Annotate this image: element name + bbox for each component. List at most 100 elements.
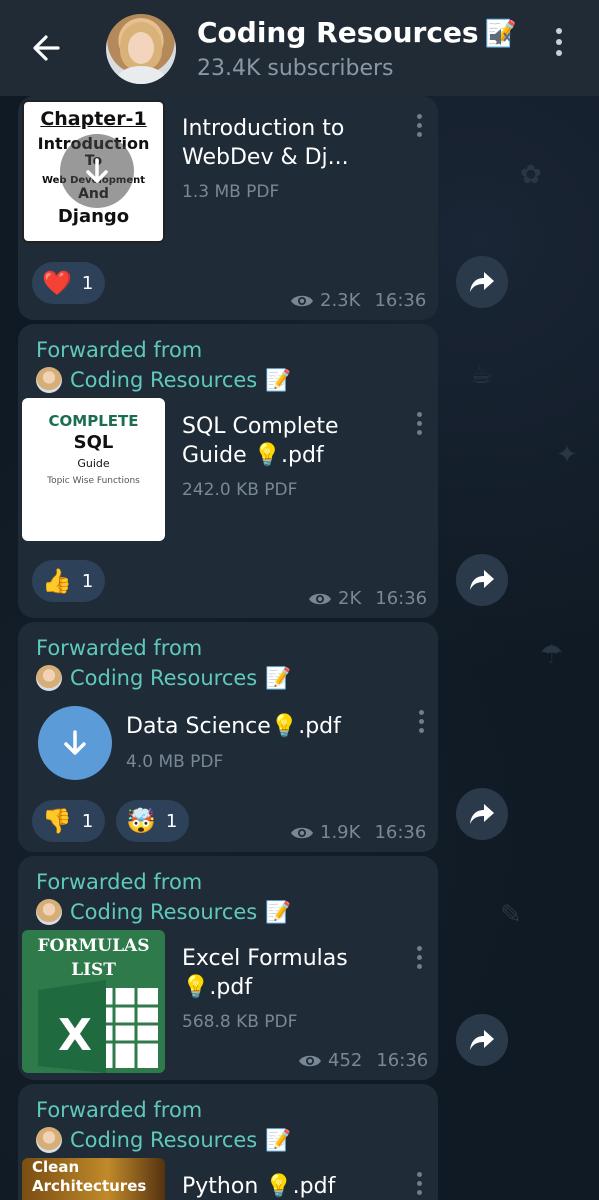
- thumb-text: Clean: [32, 1158, 80, 1176]
- thumb-text: SQL: [73, 432, 114, 453]
- doodle-icon: ✦: [556, 440, 578, 470]
- document-title[interactable]: Excel Formulas 💡.pdf: [182, 944, 402, 1002]
- thumb-text: LIST: [71, 960, 116, 980]
- share-button[interactable]: [456, 554, 508, 606]
- message-time: 16:36: [376, 1050, 429, 1071]
- message-menu-icon[interactable]: [414, 412, 424, 442]
- share-icon: [470, 1030, 494, 1050]
- excel-icon: X: [38, 980, 158, 1073]
- source-name: Coding Resources: [70, 900, 258, 924]
- reaction-chip[interactable]: 🤯 1: [116, 800, 190, 842]
- thumbs-up-icon: 👍: [42, 567, 72, 595]
- thumb-text: Django: [57, 206, 130, 227]
- message-menu-icon[interactable]: [414, 114, 424, 144]
- message-bubble: Forwarded from Coding Resources 📝 Clean …: [18, 1084, 438, 1200]
- document-thumbnail[interactable]: COMPLETE SQL Guide Topic Wise Functions: [22, 398, 165, 541]
- message-meta: 1.9K 16:36: [290, 822, 426, 843]
- share-icon: [470, 804, 494, 824]
- views-icon: [291, 295, 313, 306]
- thumb-text: Guide: [77, 457, 110, 470]
- document-title[interactable]: SQL Complete Guide 💡.pdf: [182, 412, 402, 470]
- muted-icon: [486, 24, 512, 50]
- share-button[interactable]: [456, 1014, 508, 1066]
- share-button[interactable]: [456, 256, 508, 308]
- doodle-icon: ✎: [500, 900, 522, 930]
- memo-icon: 📝: [265, 1127, 292, 1152]
- reaction-chip[interactable]: 👎 1: [32, 800, 106, 842]
- document-size: 568.8 KB PDF: [182, 1012, 298, 1032]
- download-icon: [64, 730, 86, 755]
- memo-icon: 📝: [265, 367, 292, 392]
- message-meta: 2.3K 16:36: [290, 290, 426, 311]
- share-icon: [470, 570, 494, 590]
- message-meta: 452 16:36: [298, 1050, 428, 1071]
- thumb-text: Topic Wise Functions: [47, 476, 140, 486]
- source-name: Coding Resources: [70, 666, 258, 690]
- doodle-icon: ✿: [520, 160, 542, 190]
- forwarded-source[interactable]: Coding Resources 📝: [36, 664, 291, 692]
- reaction-chip[interactable]: 👍 1: [32, 560, 106, 602]
- download-icon[interactable]: [60, 134, 134, 208]
- share-button[interactable]: [456, 788, 508, 840]
- forwarded-label: Forwarded from: [36, 636, 203, 660]
- message-time: 16:36: [375, 588, 428, 609]
- document-title[interactable]: Data Science💡.pdf: [126, 712, 386, 741]
- reaction-count: 1: [165, 810, 178, 832]
- forwarded-source[interactable]: Coding Resources 📝: [36, 366, 291, 394]
- memo-icon: 📝: [265, 665, 292, 690]
- document-size: 4.0 MB PDF: [126, 752, 224, 772]
- channel-title-text: Coding Resources: [197, 16, 479, 49]
- source-avatar: [36, 665, 62, 691]
- mind-blown-icon: 🤯: [126, 807, 156, 835]
- share-icon: [470, 272, 494, 292]
- views-icon: [309, 593, 331, 604]
- more-options-icon[interactable]: [546, 28, 572, 68]
- forwarded-label: Forwarded from: [36, 1098, 203, 1122]
- message-bubble: Forwarded from Coding Resources 📝 FORMUL…: [18, 856, 438, 1080]
- thumb-text: Architectures: [32, 1177, 147, 1195]
- reaction-chip[interactable]: ❤️ 1: [32, 262, 106, 304]
- heart-icon: ❤️: [42, 269, 72, 297]
- reaction-count: 1: [81, 272, 94, 294]
- view-count: 452: [328, 1050, 363, 1071]
- message-meta: 2K 16:36: [308, 588, 427, 609]
- forwarded-source[interactable]: Coding Resources 📝: [36, 898, 291, 926]
- forwarded-label: Forwarded from: [36, 870, 203, 894]
- doodle-icon: ☂: [540, 640, 564, 670]
- back-arrow-icon[interactable]: [26, 28, 66, 68]
- thumb-text: COMPLETE: [48, 412, 139, 430]
- message-bubble: Forwarded from Coding Resources 📝 COMPLE…: [18, 324, 438, 618]
- thumbs-down-icon: 👎: [42, 807, 72, 835]
- thumb-text: Chapter-1: [40, 108, 147, 130]
- channel-avatar[interactable]: [106, 14, 176, 84]
- document-thumbnail[interactable]: FORMULAS LIST X: [22, 930, 165, 1073]
- document-title[interactable]: Python 💡.pdf: [182, 1172, 402, 1200]
- channel-title[interactable]: Coding Resources📝: [197, 16, 517, 49]
- chat-header: Coding Resources📝 23.4K subscribers: [0, 0, 599, 96]
- reaction-count: 1: [81, 810, 94, 832]
- source-avatar: [36, 899, 62, 925]
- reaction-count: 1: [81, 570, 94, 592]
- source-avatar: [36, 1127, 62, 1153]
- doodle-icon: ☕: [470, 360, 494, 390]
- forwarded-source[interactable]: Coding Resources 📝: [36, 1126, 291, 1154]
- document-thumbnail[interactable]: Clean Architectures: [22, 1158, 165, 1200]
- download-button[interactable]: [38, 706, 112, 780]
- view-count: 2K: [338, 588, 362, 609]
- svg-text:X: X: [58, 1010, 92, 1061]
- forwarded-label: Forwarded from: [36, 338, 203, 362]
- message-time: 16:36: [374, 290, 427, 311]
- views-icon: [299, 1055, 321, 1066]
- memo-icon: 📝: [265, 899, 292, 924]
- document-thumbnail[interactable]: Chapter-1 Introduction To Web Developmen…: [22, 100, 165, 243]
- message-bubble: Chapter-1 Introduction To Web Developmen…: [18, 96, 438, 320]
- source-avatar: [36, 367, 62, 393]
- message-menu-icon[interactable]: [416, 710, 426, 740]
- message-menu-icon[interactable]: [414, 946, 424, 976]
- document-title[interactable]: Introduction to WebDev & Dj...: [182, 114, 402, 172]
- message-bubble: Forwarded from Coding Resources 📝 Data S…: [18, 622, 438, 852]
- source-name: Coding Resources: [70, 1128, 258, 1152]
- message-menu-icon[interactable]: [414, 1172, 424, 1200]
- view-count: 2.3K: [320, 290, 361, 311]
- thumb-text: FORMULAS: [37, 936, 150, 956]
